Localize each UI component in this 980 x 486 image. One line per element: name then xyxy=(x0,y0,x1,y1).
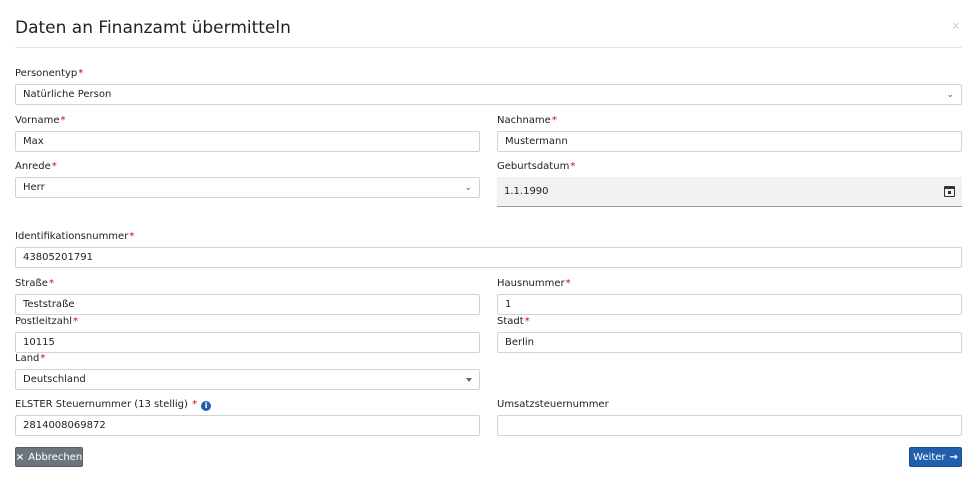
anrede-label: Anrede* xyxy=(15,161,57,172)
header-divider xyxy=(15,47,962,48)
chevron-down-icon: ⌄ xyxy=(946,89,954,100)
geburtsdatum-label: Geburtsdatum* xyxy=(497,161,576,172)
next-button[interactable]: Weiter → xyxy=(909,447,962,467)
close-icon[interactable]: × xyxy=(952,18,960,33)
postleitzahl-label: Postleitzahl* xyxy=(15,316,79,327)
cancel-button-label: Abbrechen xyxy=(28,451,83,463)
stadt-label: Stadt* xyxy=(497,316,530,327)
next-button-label: Weiter xyxy=(913,451,946,463)
geburtsdatum-input[interactable]: 1.1.1990 xyxy=(497,177,962,207)
caret-down-icon xyxy=(466,377,472,382)
land-label: Land* xyxy=(15,353,46,364)
vorname-input[interactable]: Max xyxy=(15,131,480,152)
postleitzahl-input[interactable]: 10115 xyxy=(15,332,480,353)
chevron-down-icon: ⌄ xyxy=(464,182,472,193)
arrow-right-icon: → xyxy=(949,451,958,463)
anrede-select[interactable]: Herr ⌄ xyxy=(15,177,480,198)
cancel-button[interactable]: × Abbrechen xyxy=(15,447,83,467)
strasse-input[interactable]: Teststraße xyxy=(15,294,480,315)
hausnummer-label: Hausnummer* xyxy=(497,278,571,289)
identifikationsnummer-label: Identifikationsnummer* xyxy=(15,231,135,242)
land-select[interactable]: Deutschland xyxy=(15,369,480,390)
stadt-input[interactable]: Berlin xyxy=(497,332,962,353)
close-icon: × xyxy=(15,451,25,463)
nachname-label: Nachname* xyxy=(497,115,557,126)
geburtsdatum-value: 1.1.1990 xyxy=(504,186,549,197)
elster-input[interactable]: 2814008069872 xyxy=(15,415,480,436)
umsatzsteuer-input[interactable] xyxy=(497,415,962,436)
vorname-label: Vorname* xyxy=(15,115,66,126)
strasse-label: Straße* xyxy=(15,278,54,289)
calendar-icon[interactable] xyxy=(944,186,955,197)
hausnummer-input[interactable]: 1 xyxy=(497,294,962,315)
info-icon[interactable]: i xyxy=(201,400,212,411)
modal-title: Daten an Finanzamt übermitteln xyxy=(15,18,291,38)
umsatzsteuer-label: Umsatzsteuernummer xyxy=(497,399,609,410)
elster-label: ELSTER Steuernummer (13 stellig) * i xyxy=(15,399,212,411)
land-value: Deutschland xyxy=(23,374,86,385)
personentyp-select[interactable]: Natürliche Person ⌄ xyxy=(15,84,962,105)
personentyp-label: Personentyp* xyxy=(15,68,84,79)
nachname-input[interactable]: Mustermann xyxy=(497,131,962,152)
identifikationsnummer-input[interactable]: 43805201791 xyxy=(15,247,962,268)
anrede-value: Herr xyxy=(23,182,45,193)
personentyp-value: Natürliche Person xyxy=(23,89,112,100)
